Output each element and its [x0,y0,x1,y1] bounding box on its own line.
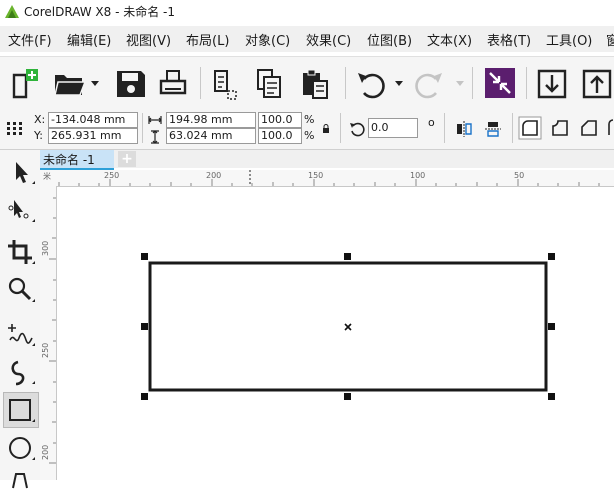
document-tab-label: 未命名 -1 [43,153,95,167]
menu-text[interactable]: 文本(X) [427,30,472,49]
menu-table[interactable]: 表格(T) [487,30,531,49]
crop-tool-icon[interactable] [4,236,36,268]
property-bar: X: -134.048 mm Y: 265.931 mm 194.98 mm 6… [0,109,614,150]
ruler-tick-label: 300 [41,240,50,256]
reference-point-icon[interactable] [6,121,24,137]
height-icon [151,130,159,144]
undo-dropdown-icon[interactable] [395,81,403,87]
pick-tool-icon[interactable] [4,156,36,188]
artistic-media-tool-icon[interactable] [4,356,36,388]
rotation-angle-field[interactable]: 0.0 [368,118,418,138]
title-bar: CorelDRAW X8 - 未命名 -1 [0,0,614,22]
window-title: CorelDRAW X8 - 未命名 -1 [24,5,176,19]
horizontal-ruler-ticks [58,170,600,186]
open-folder-icon[interactable] [52,63,90,103]
copy-icon[interactable] [250,63,288,103]
toolbar-separator [345,67,346,99]
y-position-field[interactable]: 265.931 mm [48,128,138,144]
canvas-objects [141,253,555,400]
menu-layout[interactable]: 布局(L) [186,30,229,49]
rectangle-tool-icon[interactable] [4,394,36,426]
menu-edit[interactable]: 编辑(E) [67,30,111,49]
open-dropdown-icon[interactable] [91,81,99,87]
rotation-icon [350,122,365,137]
ruler-tick-label: 200 [41,444,50,460]
percent-label: % [304,113,315,126]
toolbar-separator [200,67,201,99]
menu-bitmaps[interactable]: 位图(B) [367,30,412,49]
propbar-separator [444,113,445,143]
menu-bar: 文件(F) 编辑(E) 视图(V) 布局(L) 对象(C) 效果(C) 位图(B… [0,26,614,52]
ruler-tick-label: 200 [206,171,222,180]
new-tab-button[interactable]: + [118,151,136,167]
menu-file[interactable]: 文件(F) [8,30,52,49]
percent-label: % [304,129,315,142]
ruler-tick-label: 150 [308,171,324,180]
menu-effects[interactable]: 效果(C) [306,30,351,49]
ellipse-tool-icon[interactable] [4,432,36,464]
propbar-separator [142,113,143,143]
propbar-separator [512,113,513,143]
document-tab[interactable]: 未命名 -1 [40,150,114,170]
polygon-tool-icon[interactable] [4,466,36,498]
menu-window[interactable]: 窗 [606,30,614,49]
vertical-ruler-ticks [49,197,56,464]
drawing-canvas[interactable] [57,187,614,480]
cut-icon[interactable] [206,63,244,103]
redo-dropdown-icon[interactable] [456,81,464,87]
ruler-tick-label: 250 [104,171,120,180]
round-corner-icon[interactable] [518,116,542,140]
ruler-tick-label: 100 [410,171,426,180]
ruler-unit-label: 米 [43,172,51,181]
freehand-tool-icon[interactable] [4,318,36,350]
menu-object[interactable]: 对象(C) [245,30,290,49]
scale-y-field[interactable]: 100.0 [258,128,302,144]
save-icon[interactable] [112,63,150,103]
toolbox [0,150,41,489]
toolbar-separator [526,67,527,99]
center-marker-icon [344,323,352,331]
toolbar-separator [472,67,473,99]
mirror-vertical-icon[interactable] [483,119,503,139]
shape-tool-icon[interactable] [4,194,36,226]
menu-view[interactable]: 视图(V) [126,30,171,49]
chamfered-corner-icon[interactable] [577,116,601,140]
lock-ratio-icon[interactable] [322,124,330,133]
ruler-tick-label: 50 [514,171,525,180]
coreldraw-logo-icon [4,3,20,19]
mirror-horizontal-icon[interactable] [454,119,474,139]
export-icon[interactable] [578,63,614,103]
paste-icon[interactable] [296,63,334,103]
scale-x-field[interactable]: 100.0 [258,112,302,128]
import-export-icon[interactable] [480,63,518,103]
x-label: X: [34,113,46,126]
zoom-tool-icon[interactable] [4,274,36,306]
width-icon [148,116,162,124]
height-field[interactable]: 63.024 mm [166,128,256,144]
ruler-tick-label: 250 [41,342,50,358]
corner-overflow-icon[interactable] [604,116,614,140]
degree-symbol: o [428,116,435,129]
propbar-separator [340,113,341,143]
width-field[interactable]: 194.98 mm [166,112,256,128]
import-icon[interactable] [533,63,571,103]
horizontal-ruler[interactable]: 米 250 200 150 100 50 [40,170,614,187]
y-label: Y: [34,129,43,142]
standard-toolbar [0,56,614,110]
redo-icon[interactable] [410,63,448,103]
new-document-icon[interactable] [6,63,44,103]
undo-icon[interactable] [352,63,390,103]
x-position-field[interactable]: -134.048 mm [48,112,138,128]
vertical-ruler[interactable]: 300 250 200 [40,186,57,480]
menu-tools[interactable]: 工具(O) [546,30,592,49]
scalloped-corner-icon[interactable] [548,116,572,140]
print-icon[interactable] [155,63,193,103]
